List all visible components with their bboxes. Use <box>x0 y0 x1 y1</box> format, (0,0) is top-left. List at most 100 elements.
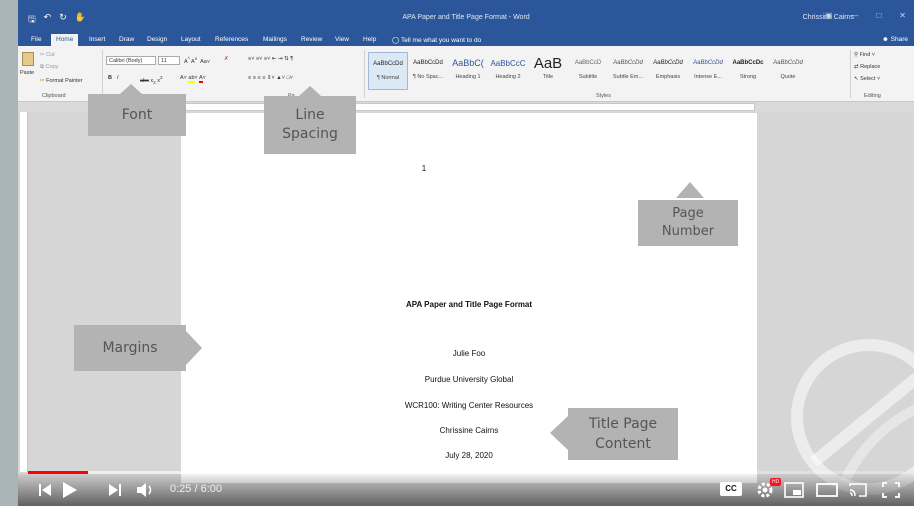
miniplayer-icon[interactable] <box>784 482 804 498</box>
page-number: 1 <box>421 164 427 173</box>
alignment-buttons[interactable]: ≡ ≡ ≡ ≡ ⇕˅ ▲˅ □˅ <box>248 75 293 81</box>
ribbon-display-icon[interactable]: ▣ <box>825 11 833 20</box>
style-heading-2[interactable]: AaBbCcC Heading 2 <box>488 52 528 90</box>
tab-layout[interactable]: Layout <box>176 34 206 46</box>
tab-mailings[interactable]: Mailings <box>258 34 292 46</box>
tab-insert[interactable]: Insert <box>84 34 110 46</box>
hd-badge: HD <box>770 478 782 486</box>
style-name: ¶ No Spac... <box>412 74 444 80</box>
font-callout-arrow <box>120 84 142 94</box>
font-size-select[interactable]: 11 <box>158 56 180 65</box>
video-frame[interactable]: 🖫 ↶ ↻ ✋ APA Paper and Title Page Format … <box>18 0 914 506</box>
title-page-callout-arrow <box>550 416 568 450</box>
format-painter-button[interactable]: ✑ Format Painter <box>40 78 83 84</box>
page-number-callout-arrow <box>676 182 704 198</box>
title-bar: 🖫 ↶ ↻ ✋ APA Paper and Title Page Format … <box>18 0 914 32</box>
cut-button[interactable]: ✂ Cut <box>40 52 55 58</box>
previous-icon[interactable] <box>38 483 52 497</box>
title-page-callout: Title Page Content <box>568 408 678 460</box>
next-icon[interactable] <box>108 483 122 497</box>
share-label: Share <box>890 36 908 43</box>
tab-file[interactable]: File <box>26 34 46 46</box>
tab-view[interactable]: View <box>330 34 354 46</box>
theater-mode-icon[interactable] <box>816 482 838 498</box>
bold-button[interactable]: B <box>108 75 112 81</box>
style-sample: AaBbCcC <box>490 58 526 68</box>
brush-icon: ✑ <box>40 78 45 84</box>
copy-button[interactable]: ⧉ Copy <box>40 64 58 71</box>
list-buttons[interactable]: ≡˅ ≡˅ ≡˅ ⇤ ⇥ ⇅ ¶ <box>248 56 293 62</box>
separator <box>850 50 851 98</box>
style-title[interactable]: AaB Title <box>528 52 568 90</box>
captions-button[interactable]: CC <box>720 482 742 496</box>
style-heading-1[interactable]: AaBbC(Heading 1 <box>448 52 488 90</box>
style-sample: AaBbCcDd <box>373 61 403 67</box>
strikethrough-button[interactable]: abc x2 x2 <box>140 75 163 85</box>
style-name: Subtitle <box>578 74 598 80</box>
share-button[interactable]: ☻ Share <box>882 36 908 43</box>
style-name: ¶ Normal <box>376 75 400 81</box>
select-label: Select <box>860 76 876 82</box>
replace-label: Replace <box>860 64 881 70</box>
tab-references[interactable]: References <box>210 34 253 46</box>
style-subtitle[interactable]: AaBbCcD Subtitle <box>568 52 608 90</box>
cut-label: Cut <box>46 52 55 58</box>
tab-review[interactable]: Review <box>296 34 327 46</box>
tab-home[interactable]: Home <box>51 34 79 46</box>
font-name-select[interactable]: Calibri (Body) <box>106 56 156 65</box>
margins-callout: Margins <box>74 325 186 371</box>
maximize-icon[interactable]: □ <box>876 11 881 20</box>
video-controls: 0:25 / 6:00 CC HD <box>18 474 914 506</box>
author-name: Julie Foo <box>452 349 486 358</box>
tell-me-text: Tell me what you want to do <box>400 37 482 44</box>
style-name: Strong <box>739 74 757 80</box>
style-sample: AaBbCcDd <box>413 60 443 66</box>
play-icon[interactable] <box>60 481 78 499</box>
style-emphasis[interactable]: AaBbCcDd Emphasis <box>648 52 688 90</box>
fullscreen-icon[interactable] <box>882 482 900 498</box>
style-normal[interactable]: AaBbCcDd ¶ Normal <box>368 52 408 90</box>
close-icon[interactable]: ✕ <box>899 11 906 20</box>
style-intense-emphasis[interactable]: AaBbCcDd Intense E... <box>688 52 728 90</box>
font-grow-shrink-icons[interactable]: A^ Av Aa˅ <box>184 56 210 65</box>
replace-button[interactable]: ⇄ Replace <box>854 64 880 70</box>
style-name: Intense E... <box>694 74 722 80</box>
copy-icon: ⧉ <box>40 64 44 70</box>
style-no-spacing[interactable]: AaBbCcDd ¶ No Spac... <box>408 52 448 90</box>
select-button[interactable]: ↖ Select ˅ <box>854 76 880 82</box>
line-spacing-callout-text-2: Spacing <box>282 126 338 142</box>
tab-design[interactable]: Design <box>142 34 172 46</box>
style-subtle-emphasis[interactable]: AaBbCcDd Subtle Em... <box>608 52 648 90</box>
find-button[interactable]: ⚲ Find ˅ <box>854 52 875 58</box>
time-display: 0:25 / 6:00 <box>170 483 222 495</box>
volume-icon[interactable] <box>136 482 156 498</box>
clipboard-icon <box>22 52 34 66</box>
style-name: Title <box>542 74 554 80</box>
font-callout: Font <box>88 94 186 136</box>
line-spacing-callout-arrow <box>299 86 321 96</box>
style-quote[interactable]: AaBbCcDd Quote <box>768 52 808 90</box>
style-name: Heading 2 <box>495 74 521 80</box>
person-icon: ☻ <box>881 36 889 43</box>
editing-group-label: Editing <box>864 93 881 99</box>
clear-format-icon[interactable]: ✗ <box>224 56 229 62</box>
copy-label: Copy <box>45 64 59 70</box>
line-spacing-callout-text-1: Line <box>295 107 325 123</box>
tell-me-box[interactable]: ◯ Tell me what you want to do <box>392 36 481 44</box>
page-number-callout-text-1: Page <box>672 206 704 221</box>
ribbon-tabs: File Home Insert Draw Design Layout Refe… <box>18 32 914 46</box>
margins-callout-arrow <box>186 331 202 365</box>
minimize-icon[interactable]: — <box>850 11 858 20</box>
separator <box>364 50 365 98</box>
tab-help[interactable]: Help <box>358 34 381 46</box>
tab-draw[interactable]: Draw <box>114 34 139 46</box>
cast-icon[interactable] <box>848 482 868 498</box>
cursor-icon: ↖ <box>854 76 859 82</box>
italic-button[interactable]: I <box>117 75 119 81</box>
text-effects-button[interactable]: A˅ ab˅ A˅ <box>180 75 206 83</box>
paste-button[interactable]: Paste <box>20 50 36 82</box>
page-number-callout-text-2: Number <box>661 224 715 239</box>
style-strong[interactable]: AaBbCcDc Strong <box>728 52 768 90</box>
styles-gallery: AaBbCcDd ¶ Normal AaBbCcDd ¶ No Spac... Aa… <box>368 52 848 90</box>
vertical-ruler[interactable] <box>20 112 28 472</box>
